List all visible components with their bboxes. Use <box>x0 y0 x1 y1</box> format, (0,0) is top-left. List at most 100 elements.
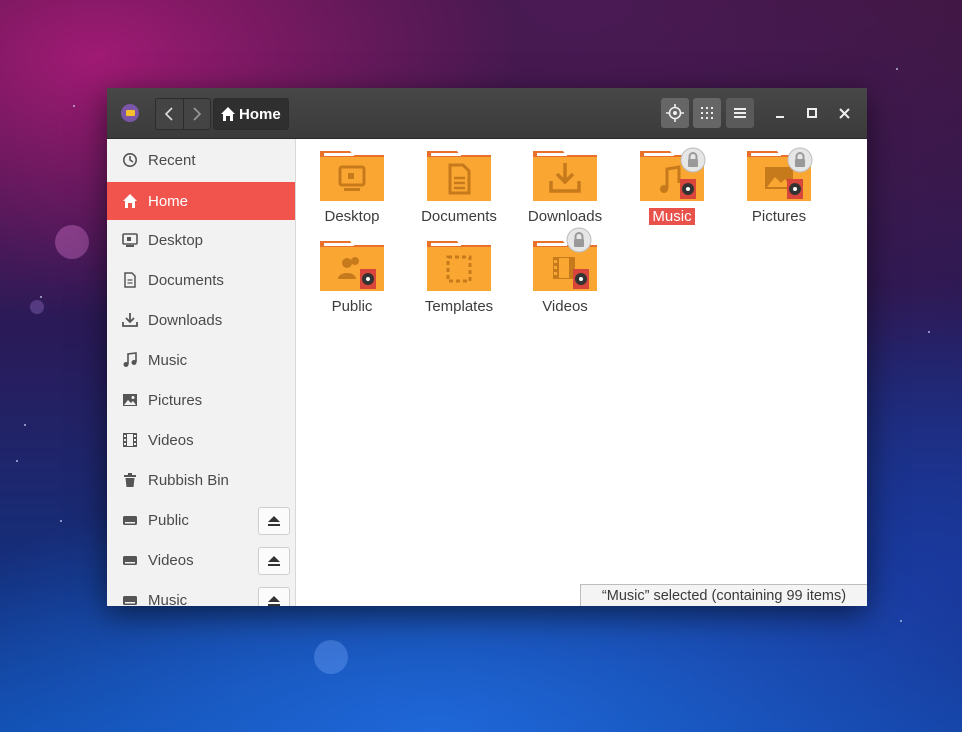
sidebar-item-label: Music <box>148 351 188 369</box>
file-label: Templates <box>424 298 494 315</box>
sidebar-item-label: Videos <box>148 431 194 449</box>
sidebar-item-recent[interactable]: Recent <box>107 141 295 179</box>
file-manager-window: Home Recent Home Desktop Documents Downl… <box>107 88 867 606</box>
download-icon <box>121 311 139 329</box>
menu-button[interactable] <box>726 98 754 128</box>
desktop-icon <box>121 231 139 249</box>
sidebar-item-label: Rubbish Bin <box>148 471 229 489</box>
trash-icon <box>121 471 139 489</box>
file-label: Pictures <box>751 208 807 225</box>
sidebar-item-desktop[interactable]: Desktop <box>107 221 295 259</box>
file-item-templates[interactable]: Templates <box>407 229 511 317</box>
file-item-downloads[interactable]: Downloads <box>513 139 617 227</box>
sidebar-item-rubbish-bin[interactable]: Rubbish Bin <box>107 461 295 499</box>
grid-icon <box>701 107 713 119</box>
lock-emblem-icon <box>566 227 592 253</box>
wallpaper-bokeh <box>55 225 89 259</box>
music-icon <box>121 351 139 369</box>
file-label: Music <box>649 208 695 225</box>
home-icon <box>121 192 139 210</box>
drive-icon <box>121 591 139 606</box>
folder-public-icon <box>320 241 384 291</box>
forward-button[interactable] <box>182 99 211 129</box>
sidebar-item-pictures[interactable]: Pictures <box>107 381 295 419</box>
wallpaper-star <box>73 105 75 107</box>
file-label: Downloads <box>527 208 603 225</box>
eject-icon <box>268 516 280 526</box>
file-item-desktop[interactable]: Desktop <box>300 139 404 227</box>
status-bar: “Music” selected (containing 99 items) <box>580 584 867 606</box>
maximize-icon <box>807 108 817 118</box>
folder-downloads-icon <box>533 151 597 201</box>
sidebar-item-label: Downloads <box>148 311 223 329</box>
sidebar-item-documents[interactable]: Documents <box>107 261 295 299</box>
minimize-button[interactable] <box>769 102 791 124</box>
sidebar-item-label: Documents <box>148 271 224 289</box>
wallpaper-star <box>928 331 930 333</box>
chevron-right-icon <box>193 107 201 121</box>
file-item-music[interactable]: Music <box>620 139 724 227</box>
lock-emblem-icon <box>787 147 813 173</box>
grid-view-button[interactable] <box>693 98 721 128</box>
folder-documents-icon <box>427 151 491 201</box>
sidebar-item-label: Pictures <box>148 391 203 409</box>
wallpaper-star <box>16 460 18 462</box>
sidebar-item-home[interactable]: Home <box>107 182 295 220</box>
clock-icon <box>121 151 139 169</box>
breadcrumb-label: Home <box>239 105 281 123</box>
file-label: Documents <box>421 208 497 225</box>
file-item-public[interactable]: Public <box>300 229 404 317</box>
file-label: Public <box>331 298 373 315</box>
lock-emblem-icon <box>680 147 706 173</box>
file-label: Desktop <box>324 208 380 225</box>
maximize-button[interactable] <box>801 102 823 124</box>
wallpaper-bokeh <box>314 640 348 674</box>
folder-templates-icon <box>427 241 491 291</box>
eject-button[interactable] <box>258 507 290 535</box>
navigation-buttons <box>155 98 211 130</box>
back-button[interactable] <box>156 99 183 129</box>
close-icon <box>838 107 850 119</box>
sidebar-item-music[interactable]: Music <box>107 341 295 379</box>
home-icon <box>221 107 235 121</box>
sidebar-item-label: Recent <box>148 151 196 169</box>
sidebar-item-label: Public <box>148 511 189 529</box>
sidebar-item-label: Desktop <box>148 231 204 249</box>
location-button[interactable] <box>661 98 689 128</box>
drive-icon <box>121 511 139 529</box>
wallpaper-star <box>24 424 26 426</box>
document-icon <box>121 271 139 289</box>
folder-desktop-icon <box>320 151 384 201</box>
eject-button[interactable] <box>258 587 290 606</box>
sidebar-item-label: Music <box>148 591 188 607</box>
sidebar-item-downloads[interactable]: Downloads <box>107 301 295 339</box>
close-button[interactable] <box>833 102 855 124</box>
breadcrumb-home[interactable]: Home <box>213 98 289 130</box>
file-grid: Desktop Documents Downloads Music Pictur… <box>296 139 867 606</box>
eject-icon <box>268 596 280 606</box>
wallpaper-star <box>900 620 902 622</box>
header-bar: Home <box>107 88 867 139</box>
chevron-left-icon <box>165 107 173 121</box>
sidebar: Recent Home Desktop Documents Downloads … <box>107 139 296 606</box>
sidebar-item-label: Home <box>148 192 189 210</box>
wallpaper-star <box>60 520 62 522</box>
wallpaper-star <box>896 68 898 70</box>
sidebar-item-videos[interactable]: Videos <box>107 421 295 459</box>
hamburger-icon <box>734 108 746 118</box>
sidebar-item-label: Videos <box>148 551 194 569</box>
wallpaper-star <box>40 296 42 298</box>
eject-button[interactable] <box>258 547 290 575</box>
file-item-videos[interactable]: Videos <box>513 227 617 317</box>
eject-icon <box>268 556 280 566</box>
app-menu-icon[interactable] <box>121 104 139 122</box>
file-item-pictures[interactable]: Pictures <box>727 139 831 227</box>
crosshair-icon <box>666 104 684 122</box>
wallpaper-bokeh <box>30 300 44 314</box>
picture-icon <box>121 391 139 409</box>
drive-icon <box>121 551 139 569</box>
file-label: Videos <box>542 298 588 315</box>
minimize-icon <box>776 116 784 118</box>
film-icon <box>121 431 139 449</box>
file-item-documents[interactable]: Documents <box>407 139 511 227</box>
